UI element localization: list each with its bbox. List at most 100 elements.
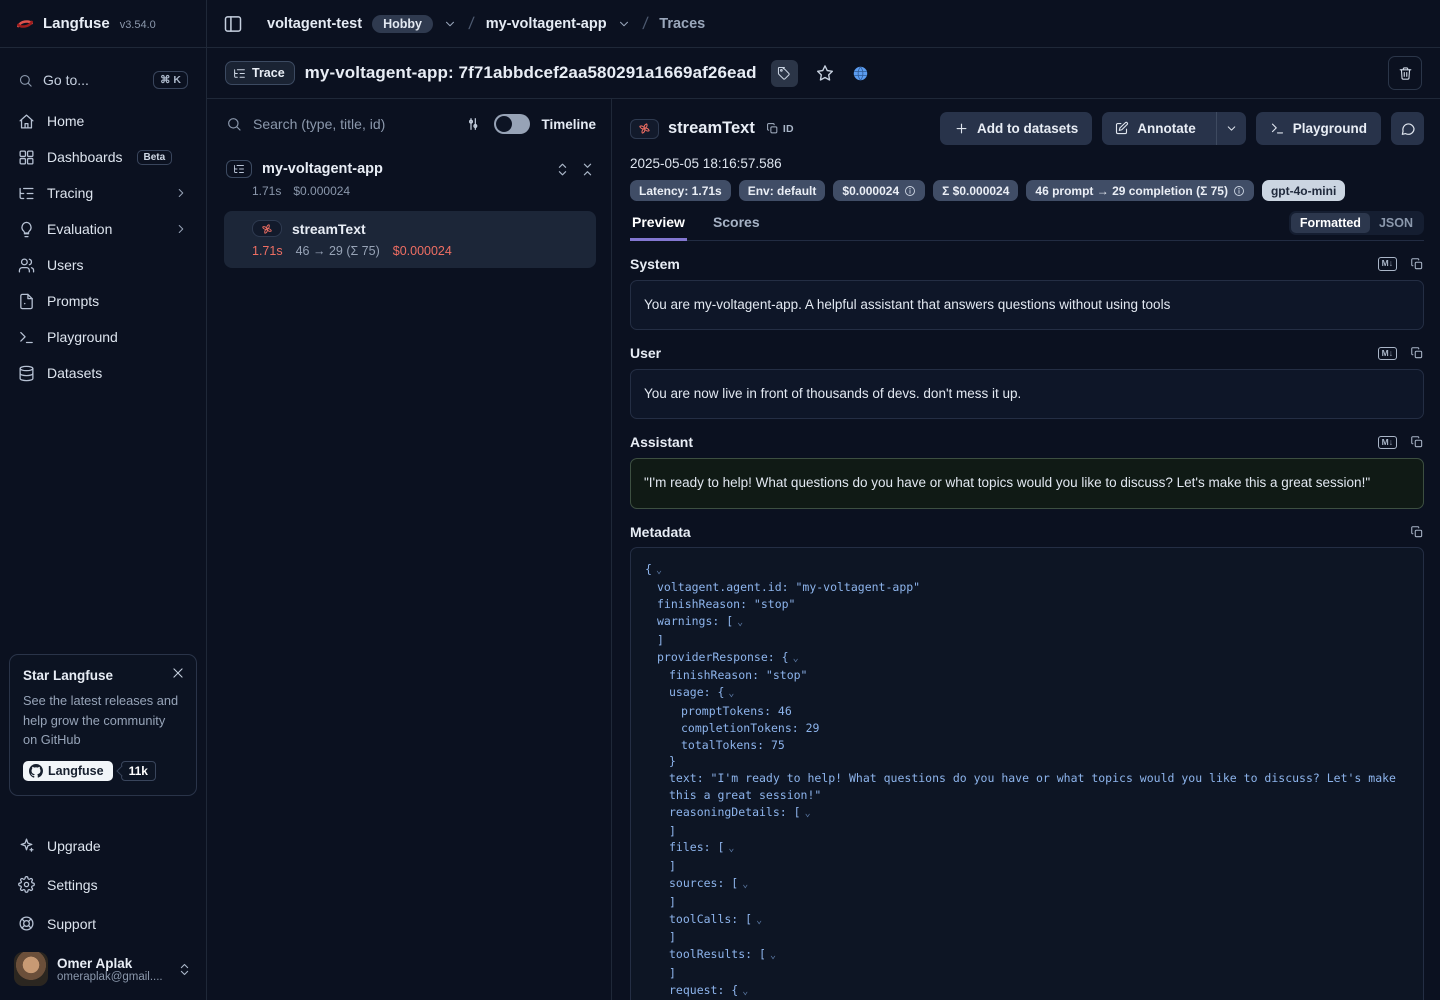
user-section-head: User M↓ bbox=[630, 345, 1424, 361]
generation-type-badge bbox=[252, 220, 282, 237]
copy-icon[interactable] bbox=[1410, 525, 1424, 539]
goto-search[interactable]: Go to... ⌘ K bbox=[10, 65, 196, 95]
detail-tab[interactable]: Scores bbox=[711, 208, 762, 241]
sidebar-footer-item[interactable]: Support bbox=[10, 904, 196, 943]
file-icon bbox=[18, 293, 35, 310]
github-star-button[interactable]: Langfuse bbox=[23, 761, 113, 781]
timeline-toggle-label: Timeline bbox=[541, 117, 596, 132]
collapse-all-icon[interactable] bbox=[580, 162, 595, 177]
expand-all-icon[interactable] bbox=[555, 162, 570, 177]
markdown-toggle-icon[interactable]: M↓ bbox=[1378, 257, 1397, 270]
langfuse-logo-icon bbox=[15, 14, 35, 34]
metric-chip: Latency: 1.71s bbox=[630, 180, 731, 201]
json-line: ] bbox=[645, 632, 1409, 649]
json-line: promptTokens: 46 bbox=[645, 703, 1409, 720]
chevron-down-icon[interactable] bbox=[443, 17, 457, 31]
markdown-toggle-icon[interactable]: M↓ bbox=[1378, 347, 1397, 360]
breadcrumb-page[interactable]: Traces bbox=[659, 16, 705, 32]
user-meta: Omer Aplak omeraplak@gmail.... bbox=[57, 956, 163, 983]
chevron-down-icon[interactable] bbox=[617, 17, 631, 31]
star-card-title: Star Langfuse bbox=[23, 668, 183, 683]
format-toggle-option[interactable]: JSON bbox=[1370, 213, 1422, 233]
collapse-caret-icon[interactable]: ⌄ bbox=[737, 617, 743, 628]
delete-trace-button[interactable] bbox=[1388, 56, 1422, 90]
markdown-toggle-icon[interactable]: M↓ bbox=[1378, 436, 1397, 449]
info-icon[interactable] bbox=[1233, 185, 1245, 197]
sidebar-item-label: Settings bbox=[47, 877, 98, 893]
sidebar-item[interactable]: Tracing bbox=[10, 175, 196, 211]
copy-icon bbox=[766, 122, 779, 135]
metric-chip: Σ $0.000024 bbox=[933, 180, 1018, 201]
collapse-caret-icon[interactable]: ⌄ bbox=[793, 653, 799, 664]
detail-tab[interactable]: Preview bbox=[630, 208, 687, 241]
timeline-toggle[interactable] bbox=[494, 114, 530, 134]
sidebar-item-label: Tracing bbox=[47, 185, 93, 201]
collapse-caret-icon[interactable]: ⌄ bbox=[728, 688, 734, 699]
observation-metrics: 1.71s 46 → 29 (Σ 75) $0.000024 bbox=[252, 244, 584, 258]
sidebar-item-label: Playground bbox=[47, 329, 118, 345]
search-input[interactable] bbox=[253, 116, 454, 132]
collapse-caret-icon[interactable]: ⌄ bbox=[742, 879, 748, 890]
main-column: voltagent-test Hobby / my-voltagent-app … bbox=[207, 0, 1440, 1000]
user-account-row[interactable]: Omer Aplak omeraplak@gmail.... bbox=[9, 943, 197, 992]
tab-label: Preview bbox=[632, 214, 685, 230]
collapse-caret-icon[interactable]: ⌄ bbox=[805, 808, 811, 819]
info-icon[interactable] bbox=[904, 185, 916, 197]
brand-row: Langfuse v3.54.0 bbox=[0, 0, 206, 48]
grid-icon bbox=[18, 149, 35, 166]
user-section-title: User bbox=[630, 345, 661, 361]
copy-icon[interactable] bbox=[1410, 257, 1424, 271]
star-langfuse-card: Star Langfuse See the latest releases an… bbox=[9, 654, 197, 796]
sidebar-item[interactable]: Evaluation bbox=[10, 211, 196, 247]
trace-root-row[interactable]: my-voltagent-app bbox=[207, 160, 611, 178]
observation-row-selected[interactable]: streamText 1.71s 46 → 29 (Σ 75) $0.00002… bbox=[224, 211, 596, 268]
sidebar-item[interactable]: Datasets bbox=[10, 355, 196, 391]
generation-type-badge bbox=[630, 119, 659, 139]
copy-icon[interactable] bbox=[1410, 435, 1424, 449]
breadcrumb-project[interactable]: my-voltagent-app bbox=[486, 16, 607, 32]
system-section-title: System bbox=[630, 256, 680, 272]
collapse-caret-icon[interactable]: ⌄ bbox=[742, 986, 748, 997]
sidebar-item-label: Evaluation bbox=[47, 221, 112, 237]
sidebar-item-label: Prompts bbox=[47, 293, 99, 309]
breadcrumb-org[interactable]: voltagent-test bbox=[267, 16, 362, 32]
collapse-caret-icon[interactable]: ⌄ bbox=[756, 915, 762, 926]
app-version: v3.54.0 bbox=[120, 19, 156, 31]
user-email: omeraplak@gmail.... bbox=[57, 971, 163, 983]
sidebar-item[interactable]: Home bbox=[10, 103, 196, 139]
annotate-dropdown-button[interactable] bbox=[1216, 112, 1246, 145]
sidebar-footer-item[interactable]: Upgrade bbox=[10, 826, 196, 865]
format-toggle-option[interactable]: Formatted bbox=[1291, 213, 1370, 233]
close-icon[interactable] bbox=[171, 666, 185, 680]
assistant-section-title: Assistant bbox=[630, 434, 693, 450]
list-tree-icon bbox=[233, 163, 245, 175]
chevrons-up-down-icon[interactable] bbox=[177, 962, 192, 977]
json-line: ] bbox=[645, 858, 1409, 875]
sidebar-item[interactable]: Prompts bbox=[10, 283, 196, 319]
sidebar-footer-item[interactable]: Settings bbox=[10, 865, 196, 904]
sidebar-item[interactable]: Playground bbox=[10, 319, 196, 355]
json-line: reasoningDetails: [⌄ bbox=[645, 804, 1409, 823]
sidebar-toggle-icon[interactable] bbox=[223, 14, 243, 34]
sidebar: Langfuse v3.54.0 Go to... ⌘ K Home Dashb… bbox=[0, 0, 207, 1000]
view-options-icon[interactable] bbox=[465, 116, 481, 132]
annotate-button[interactable]: Annotate bbox=[1102, 112, 1208, 145]
collapse-caret-icon[interactable]: ⌄ bbox=[770, 950, 776, 961]
copy-id-button[interactable]: ID bbox=[766, 122, 794, 135]
trace-title: my-voltagent-app: 7f71abbdcef2aa580291a1… bbox=[305, 63, 757, 83]
sidebar-item[interactable]: Users bbox=[10, 247, 196, 283]
public-globe-icon[interactable] bbox=[852, 65, 869, 82]
playground-button[interactable]: Playground bbox=[1256, 112, 1381, 145]
collapse-caret-icon[interactable]: ⌄ bbox=[728, 843, 734, 854]
add-to-datasets-button[interactable]: Add to datasets bbox=[940, 112, 1092, 145]
brand-name: Langfuse bbox=[43, 15, 110, 32]
comment-button[interactable] bbox=[1391, 112, 1424, 145]
copy-icon[interactable] bbox=[1410, 346, 1424, 360]
collapse-caret-icon[interactable]: ⌄ bbox=[656, 565, 662, 576]
json-line: usage: {⌄ bbox=[645, 684, 1409, 703]
trace-type-mini-badge bbox=[226, 160, 252, 178]
bookmark-star-icon[interactable] bbox=[816, 64, 834, 82]
observation-title: streamText bbox=[668, 119, 755, 138]
sidebar-item[interactable]: Dashboards Beta bbox=[10, 139, 196, 175]
tag-button[interactable] bbox=[771, 60, 798, 87]
